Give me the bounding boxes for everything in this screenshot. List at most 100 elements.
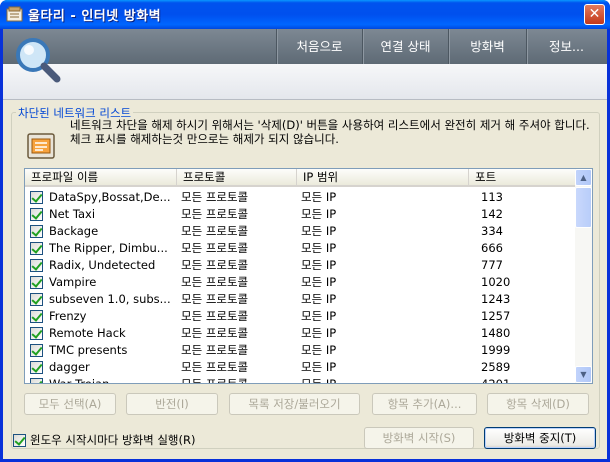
scroll-down-button[interactable]: ▼ — [575, 366, 592, 383]
save-load-list-button[interactable]: 목록 저장/불러오기 — [229, 393, 360, 415]
profile-name: War Trojan — [49, 376, 109, 383]
blocked-list[interactable]: 프로파일 이름 프로토콜 IP 범위 포트 DataSpy,Bossat,De.… — [24, 168, 593, 384]
row-checkbox[interactable] — [30, 310, 43, 323]
table-row[interactable]: War Trojan 모든 프로토콜모든 IP4201 — [25, 376, 577, 383]
table-row[interactable]: Frenzy 모든 프로토콜 모든 IP 1257 — [25, 308, 577, 325]
profile-name: Vampire — [49, 275, 97, 289]
blocked-network-group: 차단된 네트워크 리스트 네트워크 차단을 해제 하시기 위해서는 '삭제(D)… — [11, 105, 600, 449]
table-row[interactable]: DataSpy,Bossat,De... 모든 프로토콜 모든 IP 113 — [25, 189, 577, 206]
network-list-icon — [27, 133, 55, 159]
nav-home[interactable]: 처음으로 — [276, 29, 362, 64]
profile-name: TMC presents — [49, 343, 128, 357]
profile-cell: War Trojan — [25, 376, 177, 383]
row-checkbox[interactable] — [30, 208, 43, 221]
column-header-profile[interactable]: 프로파일 이름 — [25, 169, 177, 187]
row-checkbox[interactable] — [30, 242, 43, 255]
nav-info[interactable]: 정보... — [526, 29, 606, 64]
info-text: 네트워크 차단을 해제 하시기 위해서는 '삭제(D)' 버튼을 사용하여 리스… — [70, 119, 590, 146]
ip-range-cell: 모든 IP — [297, 376, 469, 383]
start-firewall-button[interactable]: 방화벽 시작(S) — [364, 427, 474, 449]
profile-name: Frenzy — [49, 309, 87, 323]
profile-name: subseven 1.0, subs... — [49, 292, 171, 306]
profile-name: Remote Hack — [49, 326, 126, 340]
table-row[interactable]: subseven 1.0, subs... 모든 프로토콜 모든 IP 1243 — [25, 291, 577, 308]
port-cell: 1243 — [481, 292, 511, 306]
protocol-cell: 모든 프로토콜 — [181, 343, 249, 357]
column-header-ip-range[interactable]: IP 범위 — [297, 169, 469, 187]
info-line-1: 네트워크 차단을 해제 하시기 위해서는 '삭제(D)' 버튼을 사용하여 리스… — [70, 118, 590, 132]
column-header-protocol[interactable]: 프로토콜 — [177, 169, 297, 187]
row-checkbox[interactable] — [30, 344, 43, 357]
list-body: DataSpy,Bossat,De... 모든 프로토콜 모든 IP 113 Net T… — [25, 189, 577, 383]
ip-range-cell: 모든 IP — [301, 258, 337, 272]
app-icon — [6, 6, 23, 22]
protocol-cell: 모든 프로토콜 — [181, 309, 249, 323]
profile-cell: The Ripper, Dimbu... — [25, 240, 177, 257]
arrow-down-icon: ▼ — [580, 370, 587, 379]
ip-range-cell: 모든 IP — [301, 241, 337, 255]
profile-cell: Backage — [25, 223, 177, 240]
nav-connection-status[interactable]: 연결 상태 — [362, 29, 448, 64]
port-cell: 4201 — [469, 376, 577, 383]
table-row[interactable]: dagger 모든 프로토콜 모든 IP 2589 — [25, 359, 577, 376]
protocol-cell: 모든 프로토콜 — [181, 360, 249, 374]
list-header: 프로파일 이름 프로토콜 IP 범위 포트 — [25, 169, 577, 187]
ip-range-cell: 모든 IP — [301, 190, 337, 204]
row-checkbox[interactable] — [30, 361, 43, 374]
ip-range-cell: 모든 IP — [301, 207, 337, 221]
stop-firewall-button[interactable]: 방화벽 중지(T) — [484, 427, 596, 449]
ip-range-cell: 모든 IP — [301, 292, 337, 306]
scroll-up-button[interactable]: ▲ — [575, 169, 592, 186]
ip-range-cell: 모든 IP — [301, 275, 337, 289]
row-checkbox[interactable] — [30, 259, 43, 272]
client-area: 처음으로 연결 상태 방화벽 정보... 차단된 네트워크 리스트 네트워크 차… — [3, 29, 607, 459]
profile-name: dagger — [49, 360, 90, 374]
port-cell: 113 — [481, 190, 503, 204]
table-row[interactable]: Remote Hack 모든 프로토콜 모든 IP 1480 — [25, 325, 577, 342]
delete-item-button[interactable]: 항목 삭제(D) — [487, 393, 589, 415]
port-cell: 142 — [481, 207, 503, 221]
profile-cell: Net Taxi — [25, 206, 177, 223]
table-row[interactable]: Radix, Undetected 모든 프로토콜 모든 IP 777 — [25, 257, 577, 274]
profile-name: Backage — [49, 224, 99, 238]
title-bar[interactable]: 울타리 - 인터넷 방화벽 ✕ — [0, 0, 610, 29]
close-button[interactable]: ✕ — [584, 4, 605, 25]
scroll-thumb[interactable] — [575, 187, 592, 228]
row-checkbox[interactable] — [30, 191, 43, 204]
table-row[interactable]: Net Taxi 모든 프로토콜 모든 IP 142 — [25, 206, 577, 223]
ip-range-cell: 모든 IP — [301, 224, 337, 238]
row-checkbox[interactable] — [30, 327, 43, 340]
column-header-port[interactable]: 포트 — [469, 169, 577, 187]
row-checkbox[interactable] — [30, 276, 43, 289]
profile-cell: DataSpy,Bossat,De... — [25, 189, 177, 206]
table-row[interactable]: Vampire 모든 프로토콜 모든 IP 1020 — [25, 274, 577, 291]
invert-button[interactable]: 반전(I) — [126, 393, 218, 415]
nav-firewall[interactable]: 방화벽 — [448, 29, 526, 64]
port-cell: 1257 — [481, 309, 511, 323]
protocol-cell: 모든 프로토콜 — [177, 376, 297, 383]
startup-checkbox[interactable] — [13, 433, 26, 447]
port-cell: 1480 — [481, 326, 511, 340]
row-checkbox[interactable] — [30, 293, 43, 306]
header-light-band — [3, 64, 607, 100]
firewall-window: 울타리 - 인터넷 방화벽 ✕ 처음으로 연결 상태 방화벽 정보... 차단된… — [0, 0, 610, 462]
add-item-button[interactable]: 항목 추가(A)... — [372, 393, 477, 415]
protocol-cell: 모든 프로토콜 — [181, 258, 249, 272]
row-checkbox[interactable] — [30, 378, 43, 383]
profile-cell: dagger — [25, 359, 177, 376]
table-row[interactable]: Backage 모든 프로토콜 모든 IP 334 — [25, 223, 577, 240]
vertical-scrollbar[interactable]: ▲ ▼ — [575, 169, 592, 383]
profile-name: Radix, Undetected — [49, 258, 156, 272]
profile-name: DataSpy,Bossat,De... — [49, 190, 171, 204]
protocol-cell: 모든 프로토콜 — [181, 224, 249, 238]
ip-range-cell: 모든 IP — [301, 326, 337, 340]
table-row[interactable]: TMC presents 모든 프로토콜 모든 IP 1999 — [25, 342, 577, 359]
port-cell: 334 — [481, 224, 503, 238]
top-nav: 처음으로 연결 상태 방화벽 정보... — [276, 29, 606, 64]
profile-cell: Frenzy — [25, 308, 177, 325]
startup-option[interactable]: 윈도우 시작시마다 방화벽 실행(R) — [13, 432, 195, 448]
row-checkbox[interactable] — [30, 225, 43, 238]
info-line-2: 체크 표시를 해제하는것 만으로는 해제가 되지 않습니다. — [70, 132, 339, 146]
select-all-button[interactable]: 모두 선택(A) — [24, 393, 116, 415]
table-row[interactable]: The Ripper, Dimbu... 모든 프로토콜 모든 IP 666 — [25, 240, 577, 257]
